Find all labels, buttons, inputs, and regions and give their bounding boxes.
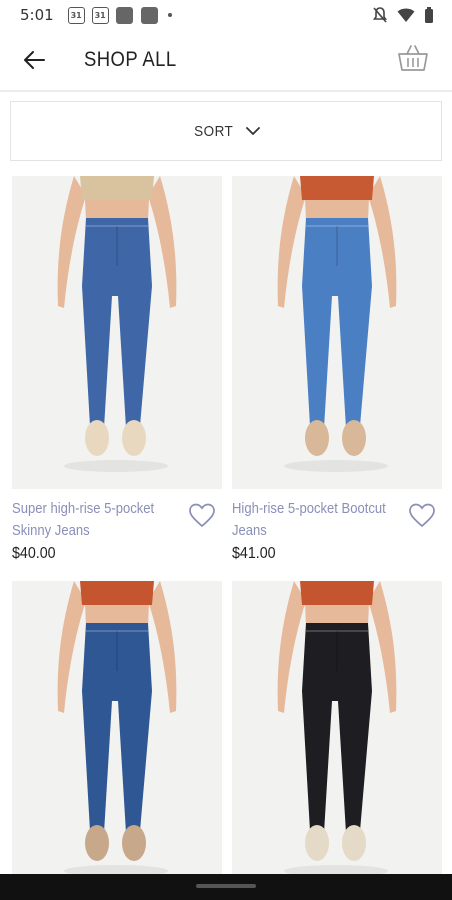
product-card[interactable]: Super high-rise 5-pocket Skinny Jeans $4… [12, 176, 222, 563]
mute-icon [372, 7, 388, 23]
product-price: $40.00 [12, 545, 56, 562]
product-card[interactable] [232, 581, 442, 894]
heart-icon[interactable] [188, 502, 216, 528]
product-price: $41.00 [232, 545, 276, 562]
status-bar: 5:01 31 31 [0, 0, 452, 30]
product-image[interactable] [232, 176, 442, 489]
product-title[interactable]: High-rise 5-pocket Bootcut Jeans [232, 498, 401, 542]
product-image[interactable] [12, 581, 222, 894]
product-card[interactable]: High-rise 5-pocket Bootcut Jeans $41.00 [232, 176, 442, 563]
basket-icon [398, 45, 428, 71]
back-button[interactable] [14, 40, 54, 80]
heart-icon[interactable] [408, 502, 436, 528]
product-image[interactable] [232, 581, 442, 894]
page-title: SHOP ALL [84, 48, 177, 71]
product-card[interactable] [12, 581, 222, 894]
notification-icon [115, 6, 133, 24]
chevron-down-icon [245, 126, 260, 135]
notification-icon [140, 6, 158, 24]
system-nav-bar [0, 874, 452, 900]
battery-icon [425, 6, 433, 23]
product-title[interactable]: Super high-rise 5-pocket Skinny Jeans [12, 498, 181, 542]
home-handle[interactable] [196, 884, 256, 888]
calendar-icon: 31 [67, 6, 85, 24]
status-icons [372, 6, 434, 24]
sort-button[interactable]: SORT [10, 101, 442, 161]
status-time: 5:01 [20, 6, 54, 24]
wifi-icon [397, 8, 415, 22]
more-notifications-icon [167, 13, 172, 17]
calendar-icon: 31 [91, 6, 109, 24]
arrow-left-icon [24, 51, 45, 69]
product-image[interactable] [12, 176, 222, 489]
cart-button[interactable] [396, 42, 432, 78]
app-header: SHOP ALL [0, 30, 452, 92]
sort-label: SORT [194, 122, 234, 140]
